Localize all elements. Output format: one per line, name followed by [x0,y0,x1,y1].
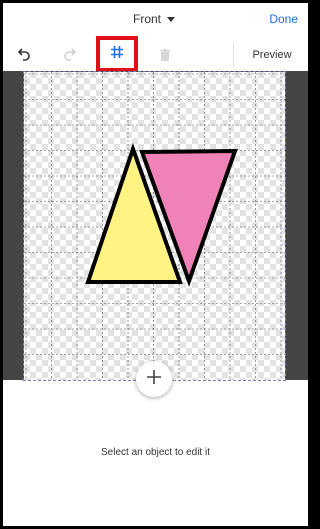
trash-icon[interactable] [156,46,174,64]
preview-button[interactable]: Preview [236,39,308,71]
done-button[interactable]: Done [269,12,298,26]
card-canvas[interactable] [23,71,286,381]
add-object-button[interactable] [136,361,172,397]
side-selector[interactable]: Front [133,12,176,26]
caret-down-icon [167,17,176,22]
toolbar-divider [233,43,234,67]
plus-icon [146,369,162,390]
canvas-svg [24,72,285,380]
grid-toggle-button[interactable] [96,36,138,72]
grid-icon [110,45,124,64]
editor-frame: Front Done Preview Select an object to e… [3,3,308,526]
editor-header: Front Done [3,3,308,39]
side-selector-label: Front [133,12,162,26]
empty-selection-hint: Select an object to edit it [101,447,210,458]
undo-icon[interactable] [15,46,33,64]
redo-icon[interactable] [61,46,79,64]
toolbar: Preview [3,36,308,72]
